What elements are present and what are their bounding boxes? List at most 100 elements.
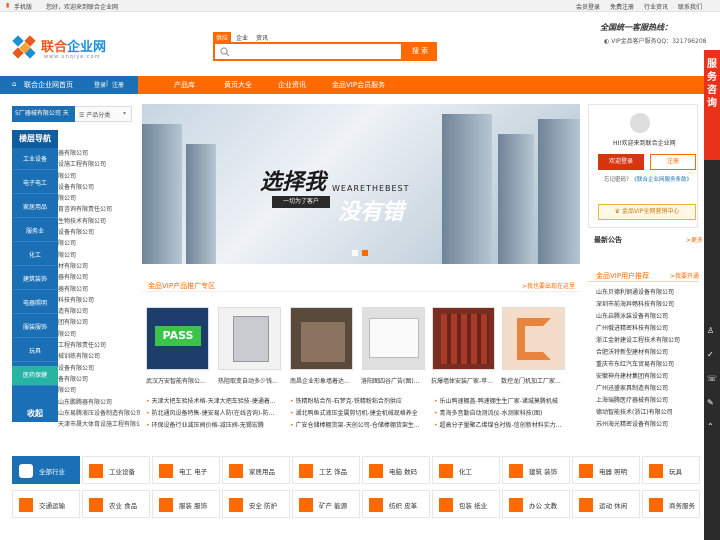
category-label[interactable]: ☰ 产品分类 [79,110,110,119]
floor-nav-item-active[interactable]: 医药保健 [12,366,58,386]
nav-register[interactable]: 注册 [112,80,124,89]
industry-item[interactable]: 交通运输 [12,490,80,518]
list-item[interactable]: 器有限公司 [58,284,140,295]
recommend-item[interactable]: 深圳市前海异畅科技有限公司 [596,299,700,308]
vip-qq[interactable]: ◐ VIP金品客户服务QQ：321796208 [604,36,706,45]
news-item[interactable]: 乐山鸭速棚盖-鸭速棚生生厂家-诸城莫腾机械 [434,396,574,405]
industry-item[interactable]: 包装 纸业 [432,490,500,518]
vip-section-more[interactable]: >我也要出现在这里 [522,281,575,290]
recommend-item[interactable]: 山东启腾泳装设备有限公司 [596,311,700,320]
top-icon[interactable]: ⌃ [707,422,714,431]
nav-item-products[interactable]: 产品库 [174,80,195,90]
nav-item-vip[interactable]: 金品VIP会员服务 [332,80,385,90]
search-button[interactable]: 搜 索 [403,42,437,61]
industry-item[interactable]: 建筑 装饰 [502,456,570,484]
list-item[interactable]: 材有限公司 [58,261,140,272]
announcement-more[interactable]: >更多 [686,235,703,244]
list-item[interactable]: 器有限公司 [58,148,140,159]
list-item[interactable]: 设备有限公司 [58,363,140,374]
top-link-login[interactable]: 会员登录 [576,2,600,11]
news-item[interactable]: 青海多音勤自动测流仪-水测家科技(图) [434,408,574,417]
nav-item-news[interactable]: 企业资讯 [278,80,306,90]
list-item[interactable]: 育咨询有限责任公司 [58,204,140,215]
list-item[interactable]: 团有限公司 [58,317,140,328]
floor-nav-item[interactable]: 服务业 [12,222,58,242]
nav-home[interactable]: ⌂ 联合企业网首页 登录 | 注册 [0,76,138,94]
product-caption[interactable]: 数控龙门机加工厂家... [501,376,567,385]
list-item[interactable]: 备有限公司 [58,374,140,385]
terms-link[interactable]: 《联合企业网服务条款》 [632,177,693,183]
list-item[interactable]: 山东鹏腾器有限公司 [58,397,140,408]
product-thumb[interactable] [432,307,495,370]
industry-item[interactable]: 农业 食品 [82,490,150,518]
floor-nav-item[interactable]: 化工 [12,246,58,266]
floor-nav-item[interactable]: 工业设备 [12,150,58,170]
industry-item[interactable]: 电脑 数码 [362,456,430,484]
product-thumb[interactable] [290,307,353,370]
vip-center-button[interactable]: ♛ 金品VIP全网营销中心 [598,204,696,220]
product-caption[interactable]: 武汉万安智能有限公... [146,376,212,385]
logo-icon[interactable] [12,35,38,61]
recommend-item[interactable]: 重庆市东红汽车贸易有限公司 [596,359,700,368]
product-caption[interactable]: 南昌企业形象墙着达... [290,376,356,385]
news-item[interactable]: 铁精粉粘合剂-石梦克-铁精粉粘合剂供应 [290,396,430,405]
industry-item[interactable]: 化工 [432,456,500,484]
recommend-item[interactable]: 山东贝德利钢通设备有限公司 [596,287,700,296]
recommend-item[interactable]: 苏州海光精密设备有限公司 [596,419,700,428]
list-item[interactable]: 限公司 [58,250,140,261]
list-item[interactable]: 械训练有限公司 [58,351,140,362]
floor-nav-item[interactable]: 玩具 [12,342,58,362]
list-item[interactable]: 限公司 [58,238,140,249]
category-selected[interactable]: 5厂器械有限公司 天 [12,106,75,122]
product-caption[interactable]: 抗爆墙体安装厂家-苹... [431,376,497,385]
list-item[interactable]: 设备有限公司 [58,182,140,193]
chat-icon[interactable]: ☏ [707,374,717,383]
industry-all[interactable]: 全部行业 [12,456,80,484]
recommend-item[interactable]: 浙江金射建设工程技术有限公司 [596,335,700,344]
recommend-item[interactable]: 广州迅盛家具制造有限公司 [596,383,700,392]
recommend-item[interactable]: 广州俄进精密科技有限公司 [596,323,700,332]
industry-item[interactable]: 电工 电子 [152,456,220,484]
list-item[interactable]: 限公司 [58,329,140,340]
news-item[interactable]: 防北通风设备特售-捷安易人防(在线咨询)-防... [146,408,286,417]
recommend-item[interactable]: 德动智能技术(浙江)有限公司 [596,407,700,416]
product-thumb[interactable] [218,307,281,370]
industry-item[interactable]: 纺织 皮革 [362,490,430,518]
industry-item[interactable]: 服装 服饰 [152,490,220,518]
edit-icon[interactable]: ✎ [707,398,714,407]
mobile-icon[interactable]: ▮ [6,2,9,9]
industry-item[interactable]: 家居用品 [222,456,290,484]
list-item[interactable]: 设备有限公司 [58,227,140,238]
floor-nav-item[interactable]: 家居用品 [12,198,58,218]
mobile-link[interactable]: 手机版 [14,2,32,11]
list-item[interactable]: 造有限公司 [58,306,140,317]
check-icon[interactable]: ✓ [707,350,714,359]
service-consult-tab[interactable]: 服务咨询 [704,50,720,160]
list-item[interactable]: 限公司 [58,385,140,396]
top-link-news[interactable]: 行业资讯 [644,2,668,11]
list-item[interactable]: 工程有限责任公司 [58,340,140,351]
list-item[interactable]: 山东易腾液压设备制造有限公司 [58,408,140,419]
industry-item[interactable]: 矿产 能源 [292,490,360,518]
list-item[interactable]: 限公司 [58,171,140,182]
news-item[interactable]: 广安仓储棒棚货架-天创公司-仓储棒棚货架生... [290,420,430,429]
floor-nav-item[interactable]: 建筑装饰 [12,270,58,290]
nav-login[interactable]: 登录 [94,80,106,89]
list-item[interactable]: 限公司 [58,193,140,204]
news-item[interactable]: 天津大把车验技术格-天津大把车验技-捷通着... [146,396,286,405]
news-item[interactable]: 湖北鸭鱼式液压金属剪切机-捷金机械现格养全 [290,408,430,417]
top-link-register[interactable]: 免费注册 [610,2,634,11]
recommend-item[interactable]: 上海瑞腾医疗器械有限公司 [596,395,700,404]
search-input[interactable] [213,42,403,61]
recommend-item[interactable]: 合肥沃特新型建材有限公司 [596,347,700,356]
list-item[interactable]: 科技有限公司 [58,295,140,306]
list-item[interactable]: 器有限公司 [58,272,140,283]
product-thumb[interactable]: PASS [146,307,209,370]
industry-item[interactable]: 工艺 饰品 [292,456,360,484]
hero-banner[interactable]: 选择我 WEARETHEBEST 没有错 一切为了客户 [142,104,580,264]
logo-name[interactable]: 联合企业网 [41,36,106,55]
industry-item[interactable]: 工业设备 [82,456,150,484]
product-thumb[interactable] [502,307,565,370]
industry-item[interactable]: 办公 文教 [502,490,570,518]
industry-item[interactable]: 运动 休闲 [572,490,640,518]
